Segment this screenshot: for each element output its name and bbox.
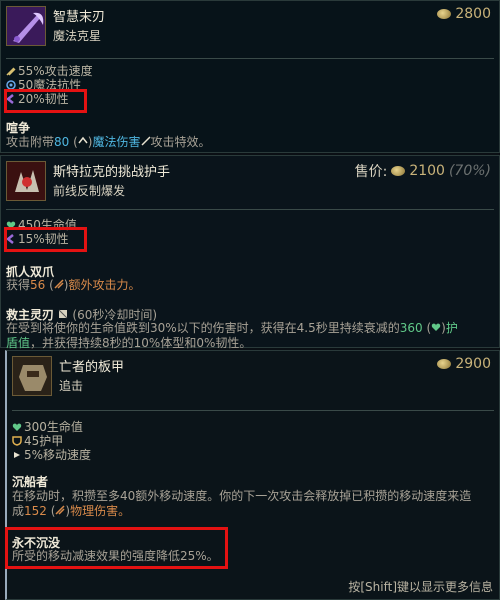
item-icon-steraks-gage: [6, 161, 46, 201]
passive-title: 喧争: [6, 121, 31, 135]
item-card-wits-end: 智慧末刃 魔法克星 2800 55%攻击速度 50魔法抗性 20%韧性 喧争 攻…: [0, 0, 500, 153]
item-card-dead-mans-plate: 亡者的板甲 追击 2900 300生命值 45护甲 5%移动速度 沉船者 在移动…: [5, 350, 500, 600]
item-card-steraks-gage: 斯特拉克的挑战护手 前线反制爆发 售价: 2100 (70%) 450生命值 1…: [0, 155, 500, 350]
item-category: 前线反制爆发: [53, 184, 126, 198]
item-category: 追击: [59, 379, 84, 393]
highlight-box: [4, 89, 87, 113]
health-icon: [12, 423, 22, 431]
attack-speed-icon: [6, 67, 16, 76]
item-name: 斯特拉克的挑战护手: [53, 165, 171, 180]
stat-row: 5%移动速度: [12, 448, 91, 462]
divider: [6, 58, 494, 59]
armor-icon: [12, 436, 22, 446]
item-price: 2900: [437, 356, 491, 372]
price-label: 售价:: [354, 164, 388, 180]
item-icon-dead-mans-plate: [12, 356, 52, 396]
attack-damage-icon: [55, 505, 65, 515]
passive-desc: 所受的移动减速效果的强度降低25%。: [12, 549, 219, 563]
price-value: 2800: [455, 6, 491, 22]
item-name: 智慧末刃: [53, 10, 106, 25]
highlight-box: [4, 227, 87, 252]
divider: [6, 209, 494, 210]
stat-row: 55%攻击速度: [6, 64, 93, 78]
passive-desc: 在移动时，积攒至多40额外移动速度。你的下一次攻击会释放掉已积攒的移动速度来造成…: [12, 489, 472, 518]
item-price: 2800: [437, 6, 491, 22]
item-header: 斯特拉克的挑战护手 前线反制爆发 售价: 2100 (70%): [1, 156, 499, 206]
gold-coin-icon: [391, 166, 406, 176]
price-percent: (70%): [448, 163, 491, 179]
item-category: 魔法克星: [53, 29, 102, 43]
item-header: 亡者的板甲 追击 2900: [7, 351, 499, 401]
gold-coin-icon: [437, 9, 452, 19]
passive-title: 沉船者: [12, 475, 49, 489]
shift-hint: 按[Shift]键以显示更多信息: [348, 580, 493, 594]
item-stats: 300生命值 45护甲 5%移动速度: [12, 420, 91, 462]
passive-desc: 获得56 ()额外攻击力。: [6, 278, 141, 292]
item-header: 智慧末刃 魔法克星 2800: [1, 1, 499, 51]
sword-icon: [140, 136, 151, 146]
ability-power-icon: [78, 136, 88, 144]
cooldown-icon: [58, 309, 68, 319]
passive-desc: 攻击附带80 ()魔法伤害 攻击特效。: [6, 135, 211, 149]
heal-shield-icon: [431, 323, 441, 331]
item-name: 亡者的板甲: [59, 360, 125, 375]
item-price: 售价: 2100 (70%): [355, 161, 491, 181]
move-speed-icon: [14, 452, 20, 458]
price-value: 2100: [409, 163, 445, 179]
passive-desc: 在受到将使你的生命值跌到30%以下的伤害时，获得在4.5秒里持续衰减的360 (…: [6, 321, 458, 350]
price-value: 2900: [455, 356, 491, 372]
item-icon-wits-end: [6, 6, 46, 46]
divider: [12, 410, 494, 411]
stat-row: 300生命值: [12, 420, 91, 434]
attack-damage-icon: [54, 279, 64, 289]
stat-row: 45护甲: [12, 434, 91, 448]
gold-coin-icon: [437, 359, 452, 369]
